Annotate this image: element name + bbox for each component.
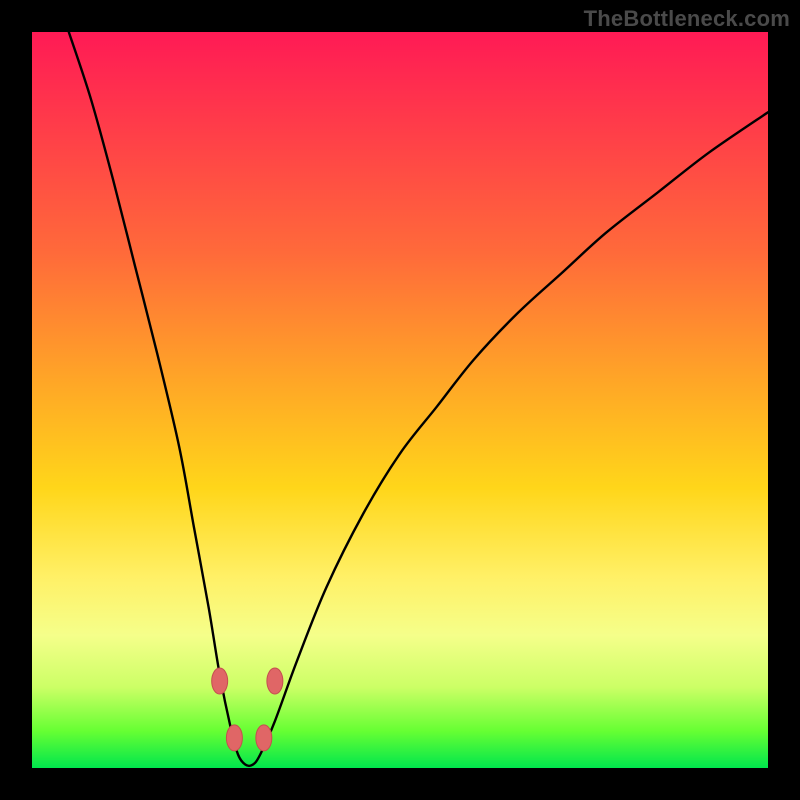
watermark-text: TheBottleneck.com — [584, 6, 790, 32]
chart-frame: TheBottleneck.com — [0, 0, 800, 800]
marker-right-lower — [256, 725, 272, 751]
plot-area — [32, 32, 768, 768]
bottleneck-curve-svg — [32, 32, 768, 768]
marker-left-upper — [212, 668, 228, 694]
marker-left-lower — [226, 725, 242, 751]
curve-markers — [212, 668, 283, 751]
bottleneck-curve — [69, 32, 768, 766]
marker-right-upper — [267, 668, 283, 694]
